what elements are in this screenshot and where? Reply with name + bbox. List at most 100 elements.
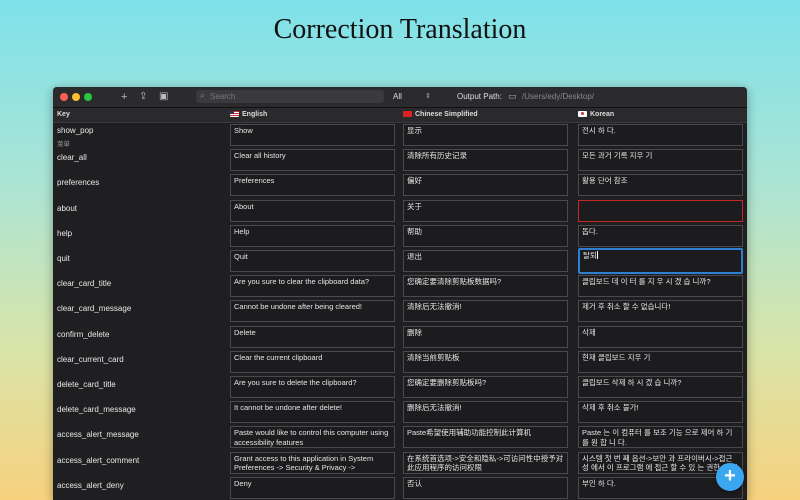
search-field[interactable]: ⌕ [196,90,384,103]
table-row: about About 关于 [53,199,747,224]
chinese-cell[interactable]: 您确定要清除剪贴板数据吗? [403,275,568,298]
english-cell[interactable]: Clear all history [230,149,395,172]
table-row: preferences Preferences 偏好 활용 단어 참조 [53,173,747,198]
zoom-window-button[interactable] [84,93,92,101]
table-row: confirm_delete Delete 删除 삭제 [53,325,747,350]
table-row: help Help 帮助 돕다. [53,224,747,249]
korean-cell-editing[interactable]: 탈퇴 [578,248,743,274]
korean-cell[interactable]: 클립보드 삭제 하 시 겠 습 니까? [578,376,743,398]
row-key: clear_current_card [57,354,124,364]
korean-cell[interactable]: 전시 하 다. [578,124,743,146]
chinese-cell[interactable]: 清除所有历史记录 [403,149,568,172]
search-icon: ⌕ [200,91,205,100]
english-cell[interactable]: Are you sure to delete the clipboard? [230,376,395,398]
chinese-cell[interactable]: 删除后无法撤消! [403,401,568,424]
english-cell[interactable]: Quit [230,250,395,272]
table-row: clear_card_title Are you sure to clear t… [53,274,747,299]
korean-cell[interactable]: 활용 단어 참조 [578,174,743,197]
column-header-key: Key [57,111,70,118]
row-key: delete_card_message [57,405,136,415]
output-path-label: Output Path: [457,92,502,101]
toolbar: + ⇪ ▣ ⌕ All ⇕ Output Path: ▭ /Users/edy/… [53,87,747,108]
table-row: clear_current_card Clear the current cli… [53,350,747,375]
chinese-cell[interactable]: 偏好 [403,174,568,197]
folder-icon[interactable]: ▭ [508,90,517,103]
korean-cell[interactable]: Paste 는 이 컴퓨터 를 보조 기능 으로 제어 하 기 를 원 합 니 … [578,426,743,449]
table-header: Key English Chinese Simplified Korean [53,108,747,123]
english-cell[interactable]: It cannot be undone after delete! [230,401,395,424]
minimize-window-button[interactable] [72,93,80,101]
row-key: clear_card_title [57,279,112,289]
chevron-updown-icon: ⇕ [425,93,431,100]
korean-cell[interactable]: 제거 후 취소 할 수 없습니다! [578,300,743,323]
search-input[interactable] [210,90,380,103]
chinese-cell[interactable]: 关于 [403,199,568,222]
headline: Correction Translation [273,14,527,45]
row-subkey: 菜单 [57,141,70,148]
table-row: clear_card_message Cannot be undone afte… [53,299,747,324]
gift-icon[interactable]: ▣ [159,90,168,104]
chinese-cell[interactable]: 退出 [403,250,568,272]
table-row: delete_card_title Are you sure to delete… [53,375,747,400]
korean-cell[interactable]: 돕다. [578,224,743,247]
english-cell[interactable]: Preferences [230,174,395,197]
chinese-cell[interactable]: 删除 [403,325,568,348]
output-path-value[interactable]: /Users/edy/Desktop/ [522,90,594,103]
table-row: access_alert_deny Deny 否认 부인 하 다. [53,476,747,500]
chinese-cell[interactable]: 在系统首选项->安全和隐私->可访问性中授予对此应用程序的访问权限 [403,451,568,474]
row-key: access_alert_deny [57,480,124,490]
row-key: access_alert_comment [57,455,140,465]
column-header-chinese: Chinese Simplified [403,108,478,122]
chinese-cell[interactable]: 清除当前剪贴板 [403,350,568,373]
table-row: access_alert_comment Grant access to thi… [53,451,747,476]
row-key: quit [57,254,70,263]
row-key: about [57,203,78,213]
korean-cell[interactable]: 클립보드 데 이 터 를 지 우 시 겠 습 니까? [578,275,743,298]
table-row: clear_all Clear all history 清除所有历史记录 모든 … [53,148,747,173]
cn-flag-icon [403,111,412,117]
korean-cell-empty-error[interactable] [578,199,743,222]
english-cell[interactable]: Delete [230,325,395,348]
korean-cell[interactable]: 삭제 [578,325,743,348]
column-header-english: English [230,108,267,122]
english-cell[interactable]: Show [230,124,395,146]
table-row: show_pop 菜单 Show 显示 전시 하 다. [53,123,747,148]
chinese-cell[interactable]: Paste希望使用辅助功能控制此计算机 [403,426,568,449]
chinese-cell[interactable]: 显示 [403,124,568,146]
english-cell[interactable]: Cannot be undone after being cleared! [230,300,395,323]
row-key: help [57,228,73,238]
add-icon[interactable]: + [121,90,127,104]
english-cell[interactable]: Clear the current clipboard [230,350,395,373]
table-row: delete_card_message It cannot be undone … [53,400,747,425]
table-row: access_alert_message Paste would like to… [53,425,747,450]
chinese-cell[interactable]: 您确定要删除剪贴板吗? [403,376,568,398]
editing-text: 탈퇴 [583,251,597,260]
row-key: clear_card_message [57,304,132,314]
chinese-cell[interactable]: 否认 [403,476,568,499]
filter-select[interactable]: All ⇕ [389,90,433,103]
close-window-button[interactable] [60,93,68,101]
share-icon[interactable]: ⇪ [139,90,147,104]
us-flag-icon [230,111,239,117]
row-key: clear_all [57,153,87,163]
english-cell[interactable]: Deny [230,476,395,499]
english-cell[interactable]: About [230,199,395,222]
english-cell[interactable]: Help [230,224,395,247]
app-window: + ⇪ ▣ ⌕ All ⇕ Output Path: ▭ /Users/edy/… [53,87,747,500]
text-caret [596,251,598,259]
row-key: delete_card_title [57,380,116,389]
row-key: access_alert_message [57,430,139,440]
korean-cell[interactable]: 현재 클립보드 지우 기 [578,350,743,373]
row-key: confirm_delete [57,329,110,339]
row-key: show_pop [57,126,94,135]
english-cell[interactable]: Are you sure to clear the clipboard data… [230,275,395,298]
english-cell[interactable]: Paste would like to control this compute… [230,426,395,449]
add-language-button[interactable]: + [716,463,744,491]
chinese-cell[interactable]: 帮助 [403,224,568,247]
table-row: quit Quit 退出 탈퇴 [53,248,747,274]
korean-cell[interactable]: 삭제 후 취소 불가! [578,401,743,424]
english-cell[interactable]: Grant access to this application in Syst… [230,451,395,474]
chinese-cell[interactable]: 清除后无法撤消! [403,300,568,323]
kr-flag-icon [578,111,587,117]
korean-cell[interactable]: 모든 과거 기록 지우 기 [578,149,743,172]
